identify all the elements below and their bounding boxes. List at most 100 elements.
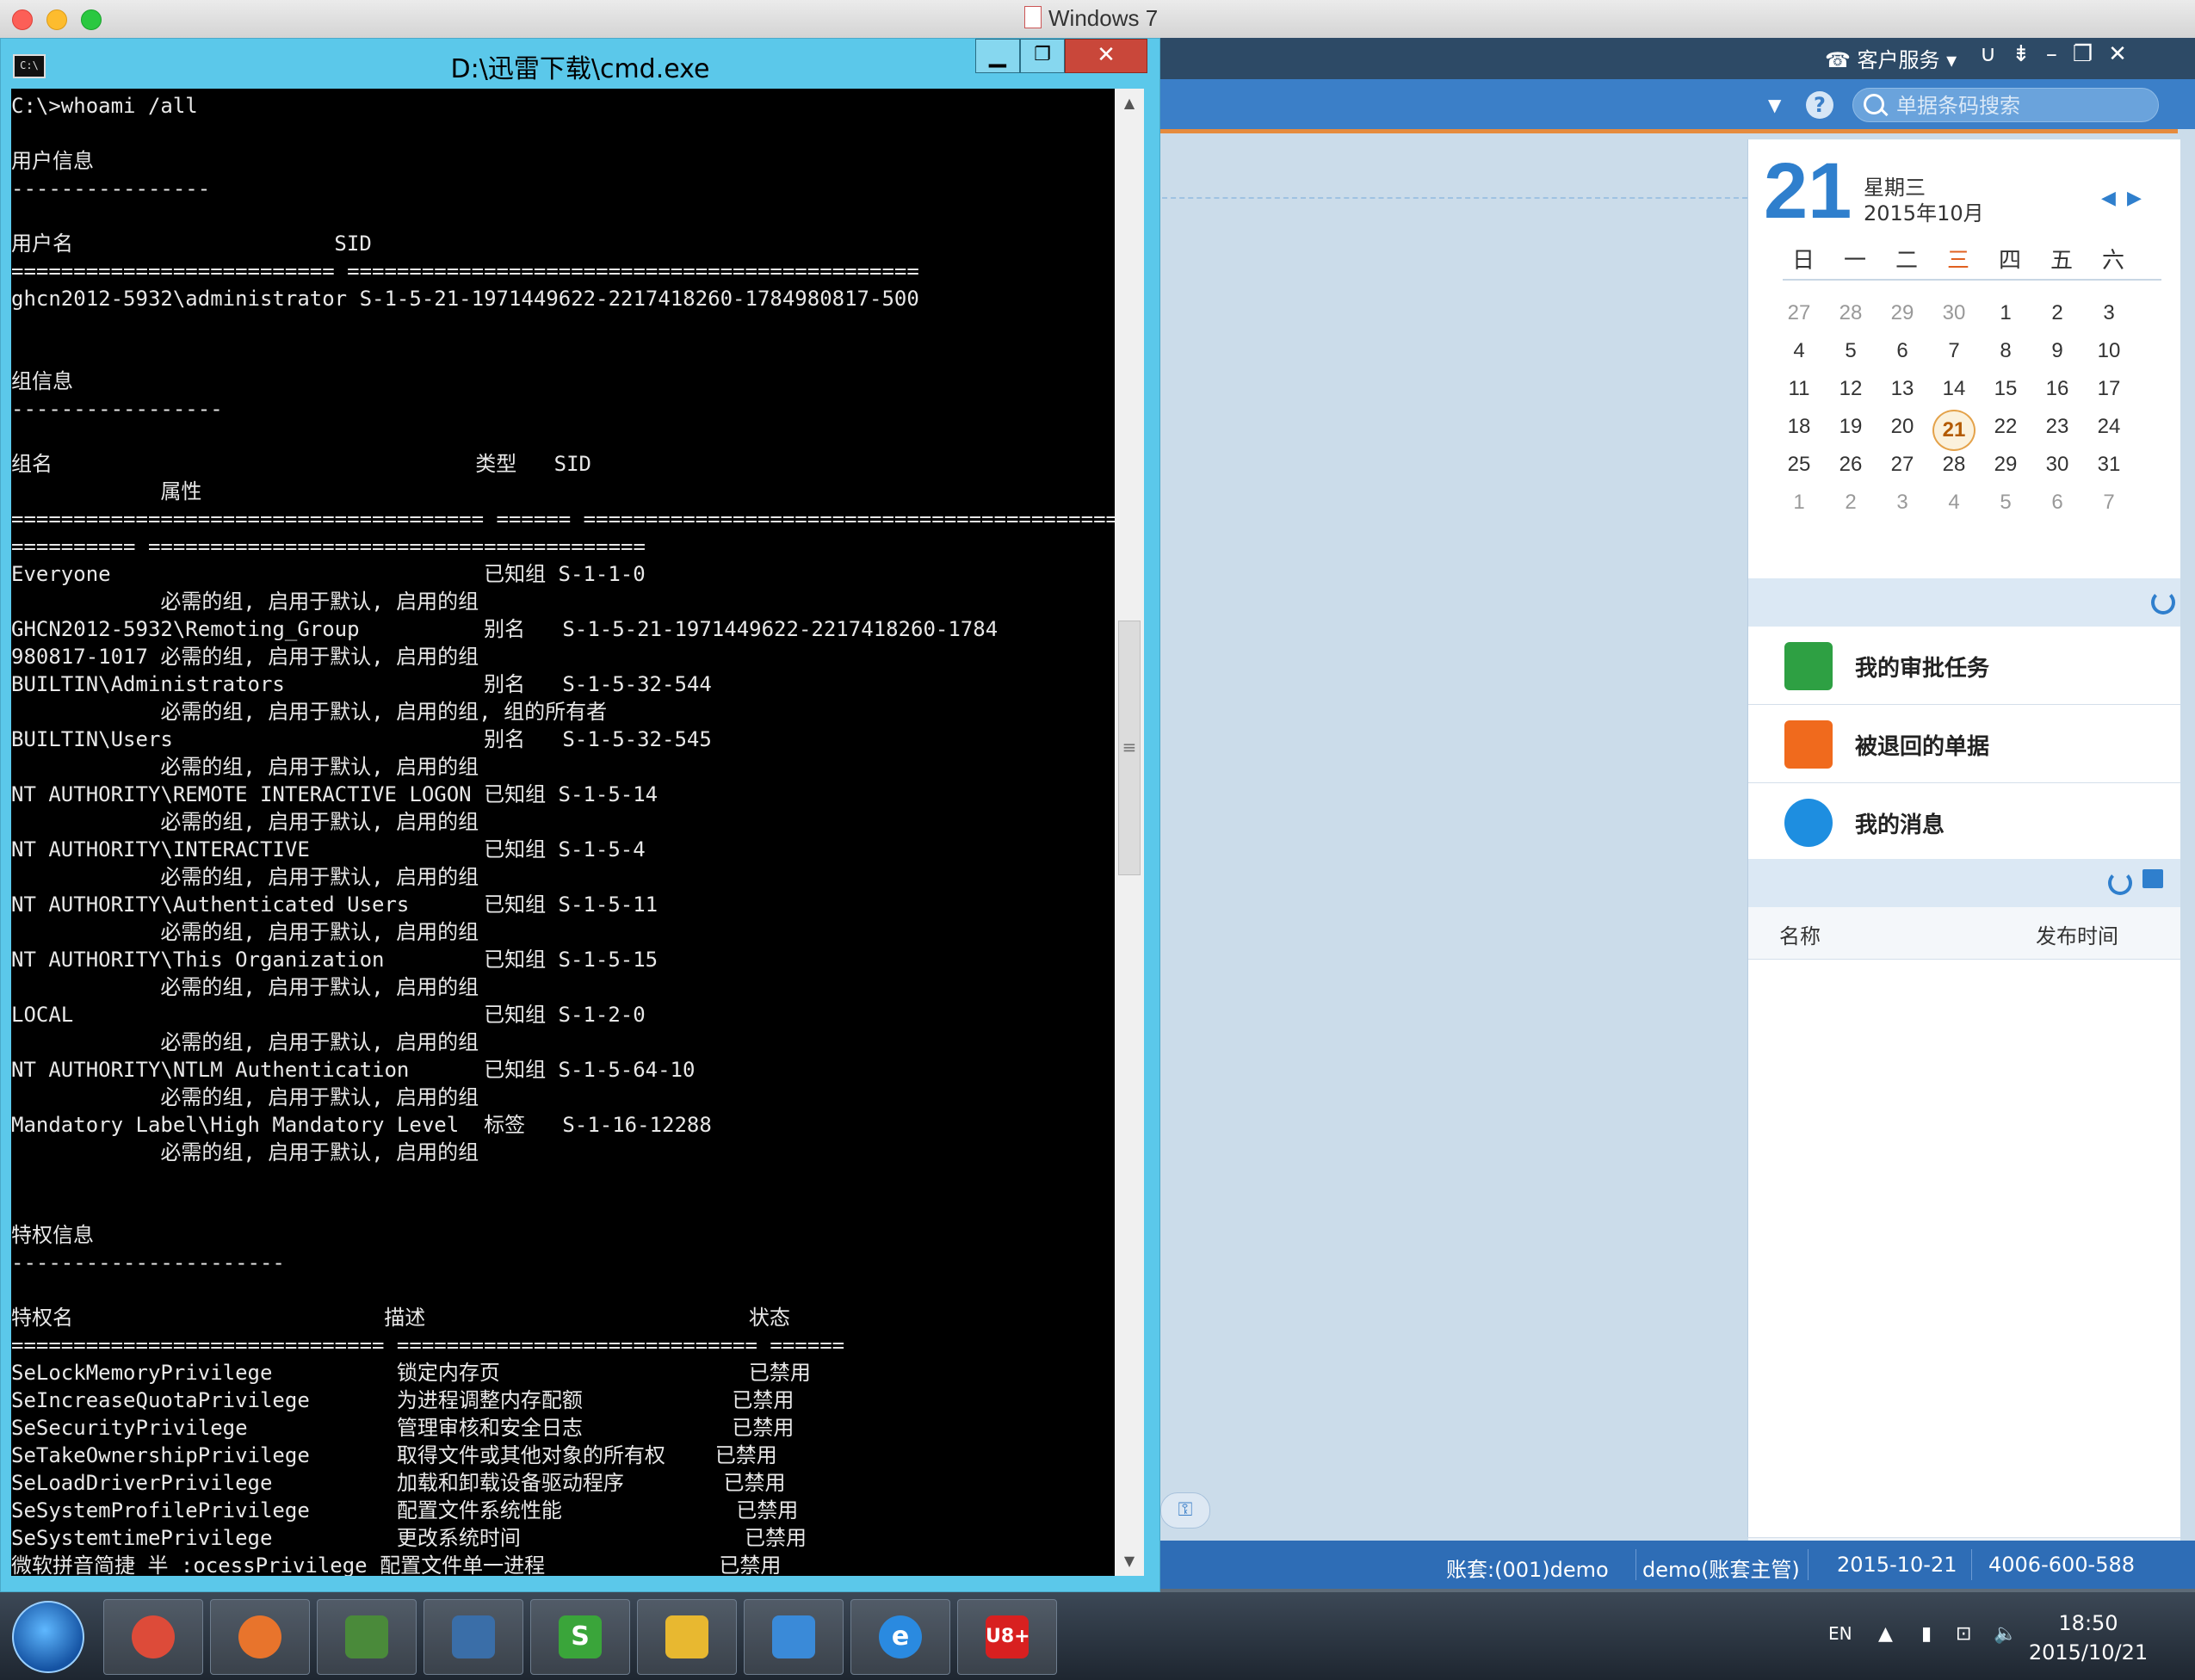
taskbar-app-s-app[interactable]: S [530,1599,630,1675]
taskbar-app-firefox[interactable] [210,1599,310,1675]
key-icon[interactable]: ⚿ [1160,1492,1210,1529]
host-close-button[interactable] [12,9,33,30]
volume-icon[interactable]: 🔈 [1994,1623,2017,1645]
tray-expand-icon[interactable]: ▲ [1878,1623,1893,1645]
cmd-restore-button[interactable]: ❐ [1020,39,1065,73]
calendar-day[interactable]: 14 [1932,372,1976,406]
prev-month-icon[interactable]: ◀ [2101,188,2116,209]
cmd-window[interactable]: C:\ D:\迅雷下载\cmd.exe ▁ ❐ ✕ C:\>whoami /al… [0,38,1160,1592]
clock-time[interactable]: 18:50 [2028,1611,2149,1635]
calendar-day[interactable]: 26 [1829,448,1872,482]
cmd-close-button[interactable]: ✕ [1065,39,1147,73]
taskbar-app-ie[interactable]: e [850,1599,950,1675]
chevron-down-icon[interactable]: ▼ [1768,95,1781,115]
taskbar-app-terminal[interactable] [424,1599,523,1675]
calendar-day[interactable]: 21 [1932,410,1976,451]
search-icon [1864,94,1884,114]
taskbar-app-network[interactable] [317,1599,417,1675]
start-button[interactable] [12,1601,84,1673]
task-item[interactable]: 被退回的单据 [1748,705,2180,783]
console-scrollbar[interactable]: ▲ ≡ ▼ [1115,89,1144,1576]
calendar-day[interactable]: 12 [1829,372,1872,406]
refresh-icon[interactable] [2108,871,2132,895]
calendar-day[interactable]: 15 [1984,372,2027,406]
calendar-day[interactable]: 28 [1932,448,1976,482]
calendar-day[interactable]: 7 [2087,485,2130,520]
task-item[interactable]: 我的审批任务 [1748,627,2180,705]
calendar-day[interactable]: 19 [1829,410,1872,444]
help-icon[interactable]: ? [1806,91,1833,119]
task-item[interactable]: 我的消息 [1748,783,2180,862]
calendar-day[interactable]: 8 [1984,334,2027,368]
battery-icon[interactable]: ▮ [1921,1623,1932,1645]
scroll-up-icon[interactable]: ▲ [1115,89,1144,118]
barcode-search-input[interactable]: 单据条码搜索 [1852,88,2159,122]
close-icon[interactable]: ✕ [2108,41,2142,67]
calendar-day[interactable]: 5 [1984,485,2027,520]
calendar-day[interactable]: 23 [2036,410,2079,444]
minimize-icon[interactable]: – [2046,41,2073,67]
u-icon[interactable]: ∪ [1980,41,2012,67]
clock-date[interactable]: 2015/10/21 [2028,1640,2149,1665]
calendar-day[interactable]: 22 [1984,410,2027,444]
customer-service-menu[interactable]: ☎ 客户服务 ▾ [1825,43,1957,73]
language-indicator[interactable]: EN [1828,1623,1852,1644]
calendar-day[interactable]: 6 [2036,485,2079,520]
cmd-minimize-button[interactable]: ▁ [975,39,1020,73]
book-icon[interactable] [2142,869,2163,888]
calendar-day[interactable]: 3 [1881,485,1924,520]
weekday-header: 四 [1998,248,2021,274]
calendar-day[interactable]: 5 [1829,334,1872,368]
status-separator [1635,1549,1636,1580]
calendar-day[interactable]: 4 [1932,485,1976,520]
calendar-day[interactable]: 24 [2087,410,2130,444]
taskbar-app-u8[interactable]: U8+ [957,1599,1057,1675]
calendar-day[interactable]: 4 [1778,334,1821,368]
scroll-thumb[interactable]: ≡ [1118,621,1141,875]
taskbar-app-chrome[interactable] [103,1599,203,1675]
next-month-icon[interactable]: ▶ [2127,188,2142,209]
calendar-day[interactable]: 9 [2036,334,2079,368]
menu-down-icon[interactable]: ⇟ [2012,41,2046,67]
network-icon[interactable]: ⊡ [1956,1623,1971,1645]
calendar-day[interactable]: 6 [1881,334,1924,368]
column-publish-time[interactable]: 发布时间 [2036,919,2118,949]
calendar-day[interactable]: 2 [1829,485,1872,520]
taskbar-app-explorer[interactable] [637,1599,737,1675]
console-output[interactable]: C:\>whoami /all 用户信息 ---------------- 用户… [11,89,1115,1576]
weekday-header: 二 [1895,248,1918,274]
calendar-day[interactable]: 31 [2087,448,2130,482]
calendar-day[interactable]: 20 [1881,410,1924,444]
restore-icon[interactable]: ❐ [2073,41,2108,67]
calendar-day[interactable]: 16 [2036,372,2079,406]
calendar-day[interactable]: 17 [2087,372,2130,406]
calendar-day[interactable]: 11 [1778,372,1821,406]
calendar-day[interactable]: 10 [2087,334,2130,368]
calendar-day[interactable]: 1 [1778,485,1821,520]
calendar-day[interactable]: 27 [1881,448,1924,482]
calendar-day[interactable]: 29 [1881,296,1924,330]
status-bar: 账套:(001)demo demo(账套主管) 2015-10-21 4006-… [1153,1541,2195,1589]
calendar-day[interactable]: 30 [1932,296,1976,330]
calendar-day[interactable]: 29 [1984,448,2027,482]
headset-icon: ☎ [1825,48,1858,72]
calendar-day[interactable]: 13 [1881,372,1924,406]
calendar-day[interactable]: 2 [2036,296,2079,330]
calendar-day[interactable]: 27 [1778,296,1821,330]
taskbar-app-remote[interactable] [744,1599,844,1675]
calendar-day[interactable]: 18 [1778,410,1821,444]
calendar-day[interactable]: 1 [1984,296,2027,330]
scroll-down-icon[interactable]: ▼ [1115,1547,1144,1576]
calendar-day[interactable]: 7 [1932,334,1976,368]
firefox-icon [238,1615,281,1658]
host-minimize-button[interactable] [46,9,67,30]
refresh-icon[interactable] [2151,590,2175,615]
document-icon [1784,720,1833,769]
cmd-titlebar[interactable]: C:\ D:\迅雷下载\cmd.exe ▁ ❐ ✕ [1,39,1159,87]
column-name[interactable]: 名称 [1779,919,1821,949]
host-zoom-button[interactable] [81,9,102,30]
calendar-day[interactable]: 28 [1829,296,1872,330]
calendar-day[interactable]: 25 [1778,448,1821,482]
calendar-day[interactable]: 3 [2087,296,2130,330]
calendar-day[interactable]: 30 [2036,448,2079,482]
